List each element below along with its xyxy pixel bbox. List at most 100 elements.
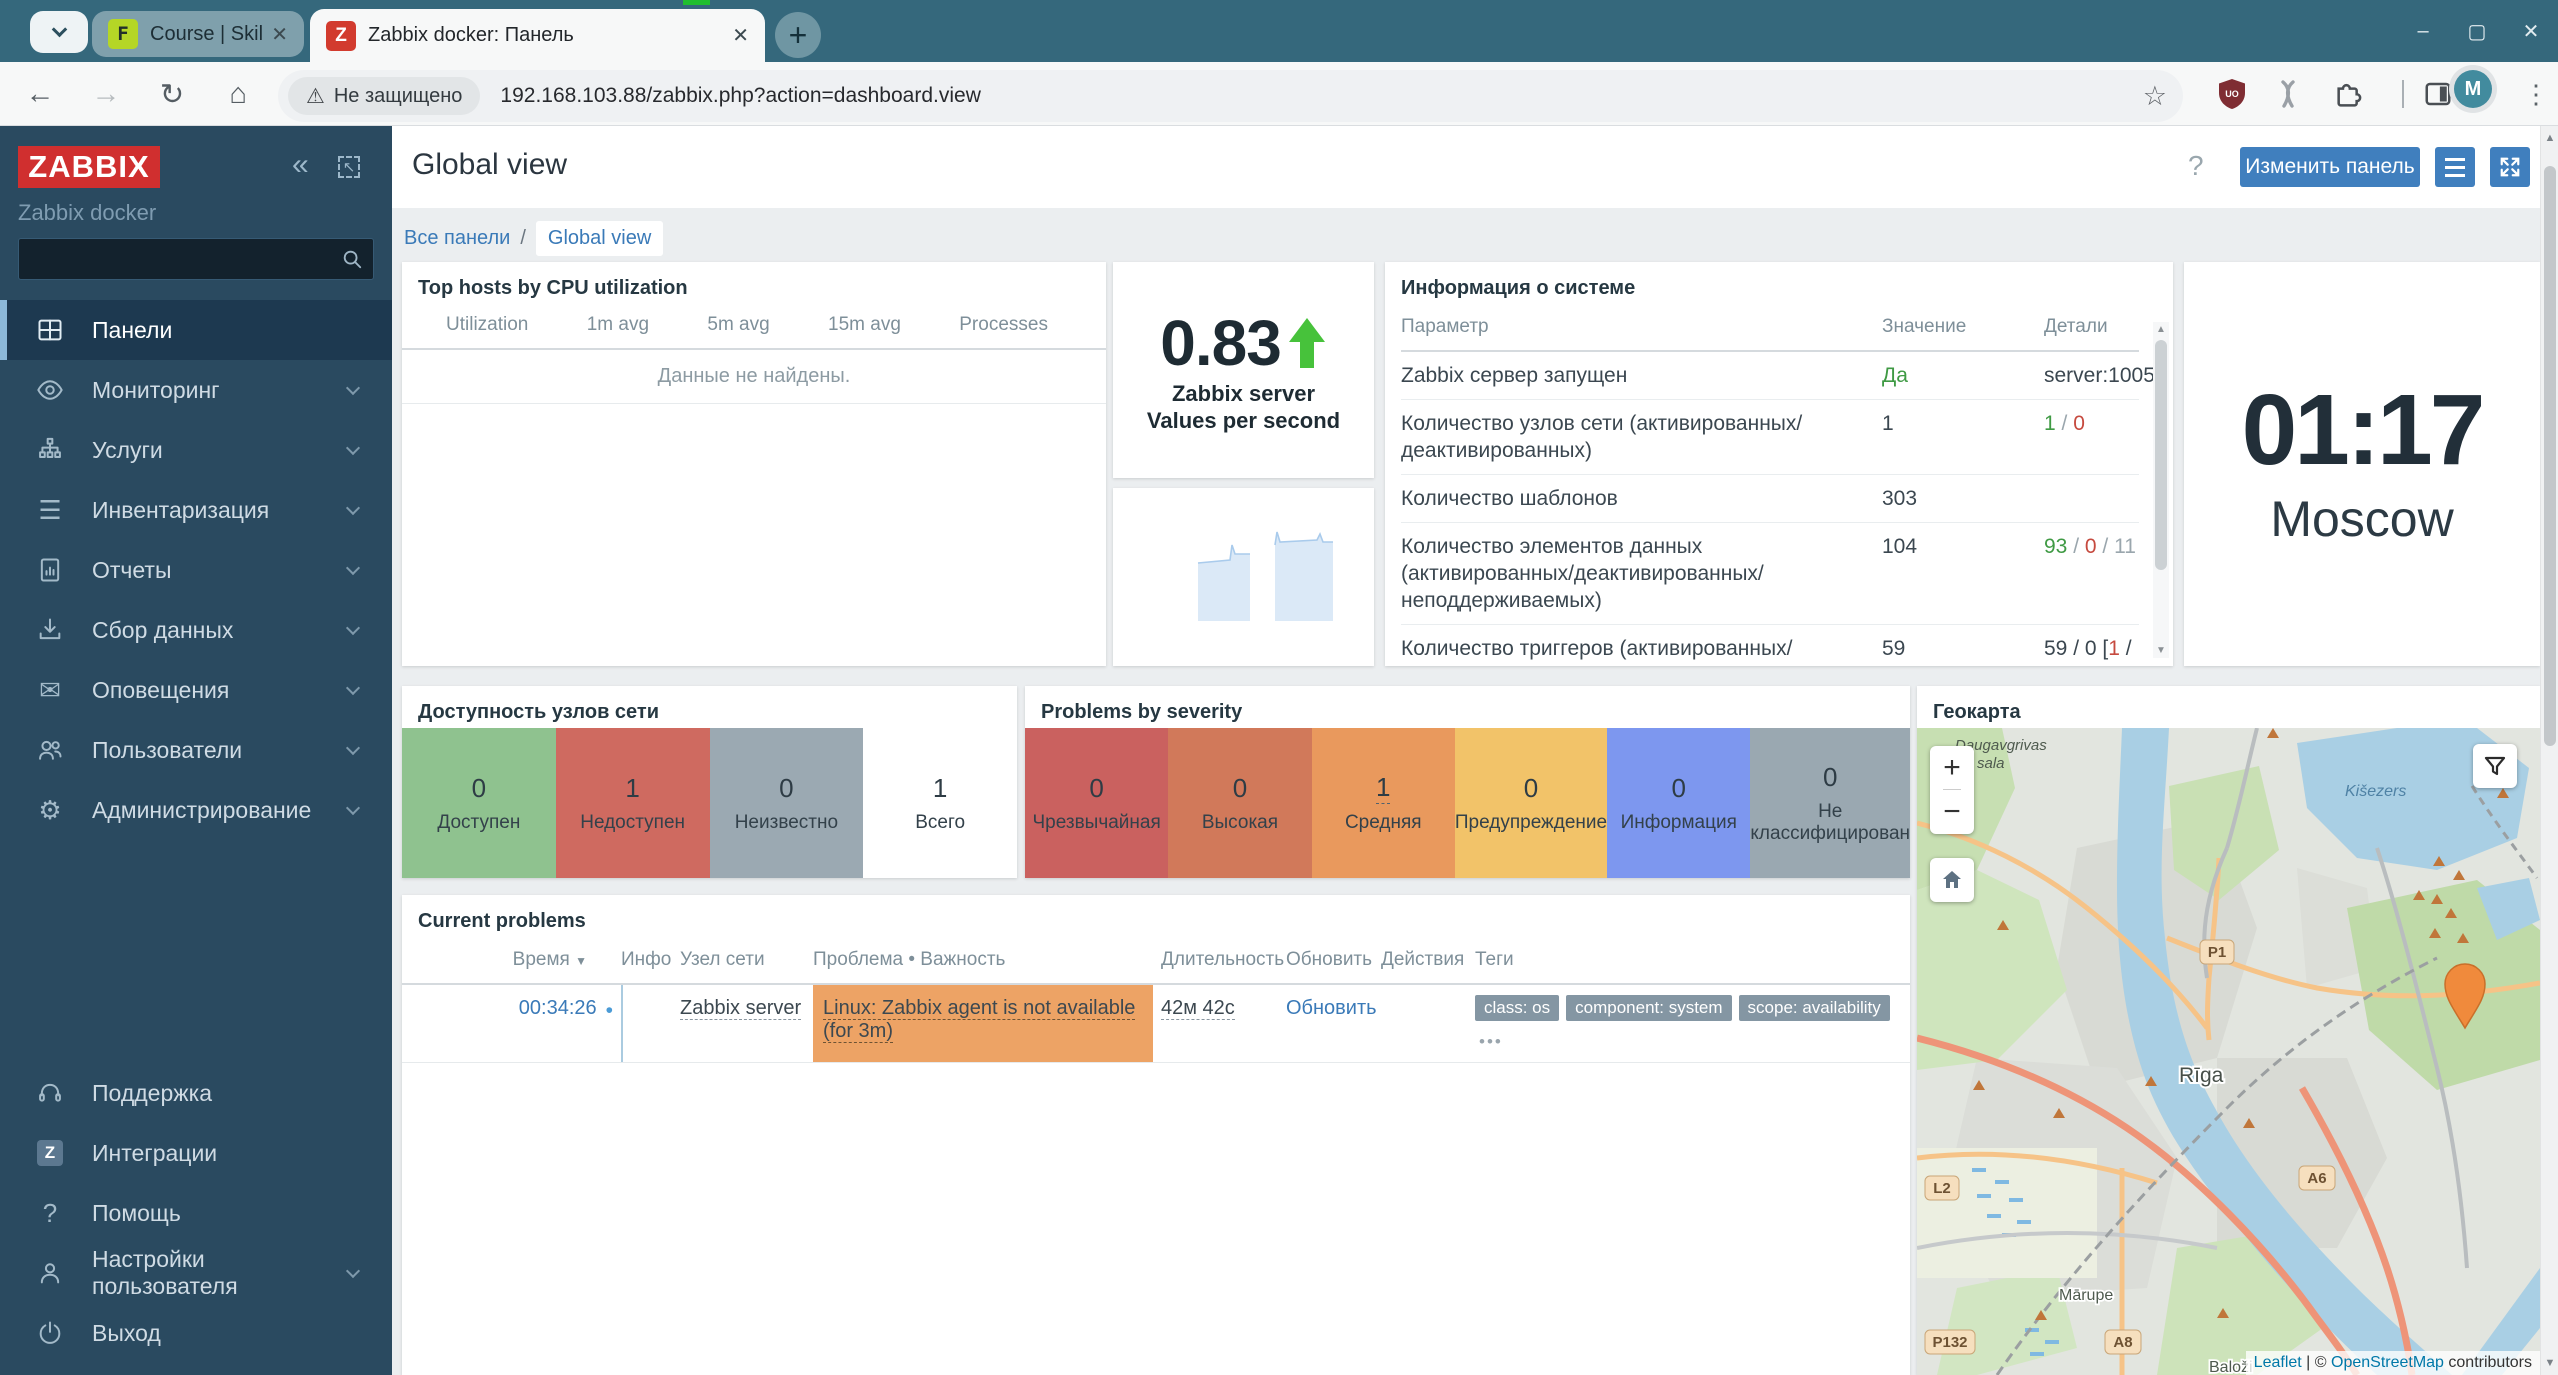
sidebar-item-administration[interactable]: ⚙ Администрирование <box>0 780 392 840</box>
url-text[interactable]: 192.168.103.88/zabbix.php?action=dashboa… <box>500 84 2142 108</box>
sidebar-item-integrations[interactable]: Z Интеграции <box>0 1123 392 1183</box>
window-minimize-button[interactable]: – <box>2396 0 2450 62</box>
reload-icon[interactable]: ↻ <box>144 62 200 126</box>
sidebar-collapse-icon[interactable]: « <box>292 150 309 180</box>
tag[interactable]: component: system <box>1566 995 1731 1021</box>
sidebar-item-reports[interactable]: Отчеты <box>0 540 392 600</box>
label: Доступен <box>437 812 520 834</box>
map-home-button[interactable] <box>1930 858 1974 902</box>
tab-close-icon[interactable]: ✕ <box>271 22 288 47</box>
column-header: 5m avg <box>707 314 769 336</box>
sidebar-search[interactable] <box>18 238 374 280</box>
problem-time-link[interactable]: 00:34:26 <box>519 997 597 1020</box>
count-link[interactable]: 1 <box>1376 772 1390 804</box>
envelope-icon: ✉ <box>30 677 70 703</box>
page-scrollbar[interactable]: ▲ ▼ <box>2540 126 2558 1375</box>
browser-tab-zabbix[interactable]: Z Zabbix docker: Панель ✕ <box>310 9 765 62</box>
extensions-icon[interactable] <box>2326 62 2370 126</box>
new-tab-button[interactable]: + <box>775 12 821 58</box>
back-icon[interactable]: ← <box>12 62 68 126</box>
chevron-down-icon <box>346 381 360 395</box>
fullscreen-button[interactable] <box>2490 147 2530 187</box>
bookmark-star-icon[interactable]: ☆ <box>2143 81 2167 112</box>
sidebar-item-data-collection[interactable]: Сбор данных <box>0 600 392 660</box>
column-header: Значение <box>1882 316 2028 338</box>
tag[interactable]: scope: availability <box>1739 995 1890 1021</box>
dashboard-menu-button[interactable] <box>2435 147 2475 187</box>
more-tags-button[interactable]: ••• <box>1479 1032 1503 1052</box>
sidebar-item-dashboards[interactable]: Панели <box>0 300 392 360</box>
home-icon[interactable]: ⌂ <box>210 62 266 126</box>
sidebar-item-support[interactable]: Поддержка <box>0 1063 392 1123</box>
address-bar[interactable]: ⚠ Не защищено 192.168.103.88/zabbix.php?… <box>278 70 2183 122</box>
zoom-in-button[interactable]: + <box>1943 746 1961 790</box>
scrollbar-thumb[interactable] <box>2544 166 2556 746</box>
tab-search-button[interactable] <box>30 11 88 53</box>
sidebar-item-user-settings[interactable]: Настройки пользователя <box>0 1243 392 1303</box>
details-cell <box>2044 485 2139 512</box>
sidebar-item-sign-out[interactable]: Выход <box>0 1303 392 1363</box>
skillfactory-favicon: F <box>108 19 138 49</box>
zoom-out-button[interactable]: − <box>1943 790 1961 834</box>
sidebar-item-users[interactable]: Пользователи <box>0 720 392 780</box>
extension-ribbon-icon[interactable] <box>2268 62 2308 126</box>
profile-avatar[interactable]: M <box>2449 65 2497 113</box>
zabbix-logo[interactable]: ZABBIX <box>18 146 160 188</box>
sidebar-item-alerts[interactable]: ✉ Оповещения <box>0 660 392 720</box>
leaflet-link[interactable]: Leaflet <box>2254 1354 2302 1371</box>
breadcrumb-current[interactable]: Global view <box>536 221 663 256</box>
area-chart <box>1113 488 1374 666</box>
widget-scrollbar[interactable]: ▲ ▼ <box>2153 322 2169 658</box>
scrollbar-thumb[interactable] <box>2155 340 2167 570</box>
duration-value[interactable]: 42м 42с <box>1161 997 1235 1020</box>
toolbar-separator <box>2402 80 2404 108</box>
details-cell: 59 / 0 [1 / 58] <box>2044 635 2139 666</box>
tab-close-icon[interactable]: ✕ <box>732 23 749 48</box>
chevron-down-icon <box>346 681 360 695</box>
eye-icon <box>30 376 70 404</box>
help-icon[interactable]: ? <box>2188 150 2204 182</box>
window-close-button[interactable]: ✕ <box>2504 0 2558 62</box>
tags-cell: class: os component: system scope: avail… <box>1475 985 1894 1062</box>
count: 0 <box>779 773 793 804</box>
zabbix-favicon: Z <box>326 21 356 51</box>
column-header-time[interactable]: Время ▼ <box>418 949 613 971</box>
widget-current-problems: Current problems Время ▼ Инфо Узел сети … <box>402 895 1910 1375</box>
security-badge[interactable]: ⚠ Не защищено <box>288 77 480 115</box>
sidebar-item-inventory[interactable]: ☰ Инвентаризация <box>0 480 392 540</box>
svg-text:UO: UO <box>2225 89 2239 99</box>
breadcrumb-all-dashboards[interactable]: Все панели <box>404 227 510 250</box>
forward-icon[interactable]: → <box>78 62 134 126</box>
column-header: Проблема • Важность <box>813 949 1153 971</box>
sidebar-item-label: Оповещения <box>92 677 348 704</box>
edit-dashboard-button[interactable]: Изменить панель <box>2240 147 2420 187</box>
column-header: Utilization <box>446 314 528 336</box>
sidebar-item-monitoring[interactable]: Мониторинг <box>0 360 392 420</box>
osm-link[interactable]: OpenStreetMap <box>2331 1354 2444 1371</box>
browser-tab-skillfactory[interactable]: F Course | Skillfactory ✕ <box>92 11 304 57</box>
sidebar-item-label: Помощь <box>92 1200 392 1227</box>
column-header: 15m avg <box>828 314 901 336</box>
update-link[interactable]: Обновить <box>1286 997 1377 1019</box>
count: 0 <box>1672 773 1686 804</box>
sidebar-pin-icon[interactable]: ↖ <box>338 156 360 178</box>
sidebar-item-services[interactable]: Услуги <box>0 420 392 480</box>
ublock-extension-icon[interactable]: UO <box>2212 62 2252 126</box>
users-icon <box>30 736 70 764</box>
tag[interactable]: class: os <box>1475 995 1559 1021</box>
search-input[interactable] <box>19 248 341 271</box>
clock-time: 01:17 <box>2242 380 2483 480</box>
count: 1 <box>933 773 947 804</box>
browser-menu-icon[interactable]: ⋮ <box>2516 62 2556 126</box>
sidebar-item-label: Отчеты <box>92 557 348 584</box>
map-filter-button[interactable] <box>2473 744 2517 788</box>
widget-top-hosts: Top hosts by CPU utilization Utilization… <box>402 262 1106 666</box>
sidebar-item-help[interactable]: ? Помощь <box>0 1183 392 1243</box>
widget-title: Информация о системе <box>1385 262 2173 310</box>
problem-link[interactable]: Linux: Zabbix agent is not available (fo… <box>823 997 1135 1043</box>
param-cell: Количество узлов сети (активированных/​д… <box>1401 410 1866 464</box>
window-maximize-button[interactable]: ▢ <box>2450 0 2504 62</box>
column-header: Инфо <box>621 949 672 971</box>
geomap-canvas[interactable]: Daugavgrivas sala Kišezers Rīga Mārupe B… <box>1917 728 2540 1375</box>
host-link[interactable]: Zabbix server <box>680 997 801 1020</box>
